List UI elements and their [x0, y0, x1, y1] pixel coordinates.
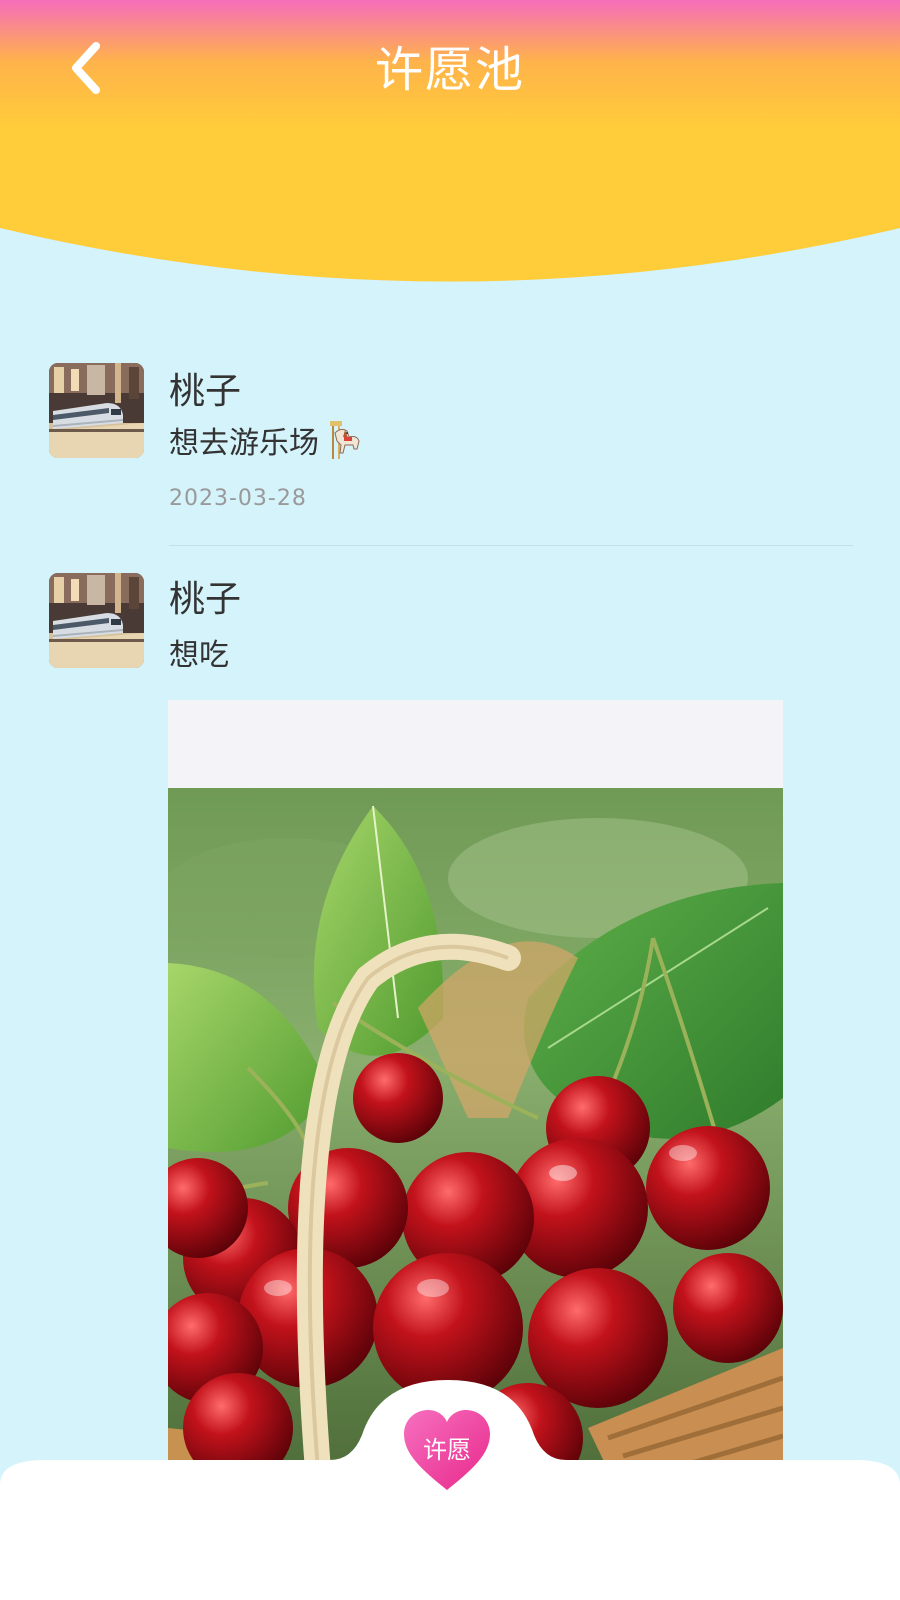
wish-text: 想吃 — [169, 630, 229, 674]
username: 桃子 — [169, 579, 242, 620]
avatar[interactable] — [49, 573, 144, 668]
wish-feed: 桃子 想去游乐场 2023-03-28 桃子 想吃 — [0, 340, 900, 1470]
wish-item: 桃子 想吃 — [0, 340, 900, 1470]
page-title: 许愿池 — [374, 42, 525, 98]
wish-button[interactable]: 许愿 — [402, 1408, 492, 1492]
wish-button-label: 许愿 — [423, 1436, 471, 1464]
wish-photo[interactable] — [168, 700, 783, 1470]
photo-top-band — [168, 700, 783, 788]
wish-text-content: 想吃 — [169, 638, 229, 673]
cherries-basket-image — [168, 788, 783, 1470]
train-station-avatar-image — [49, 573, 144, 668]
